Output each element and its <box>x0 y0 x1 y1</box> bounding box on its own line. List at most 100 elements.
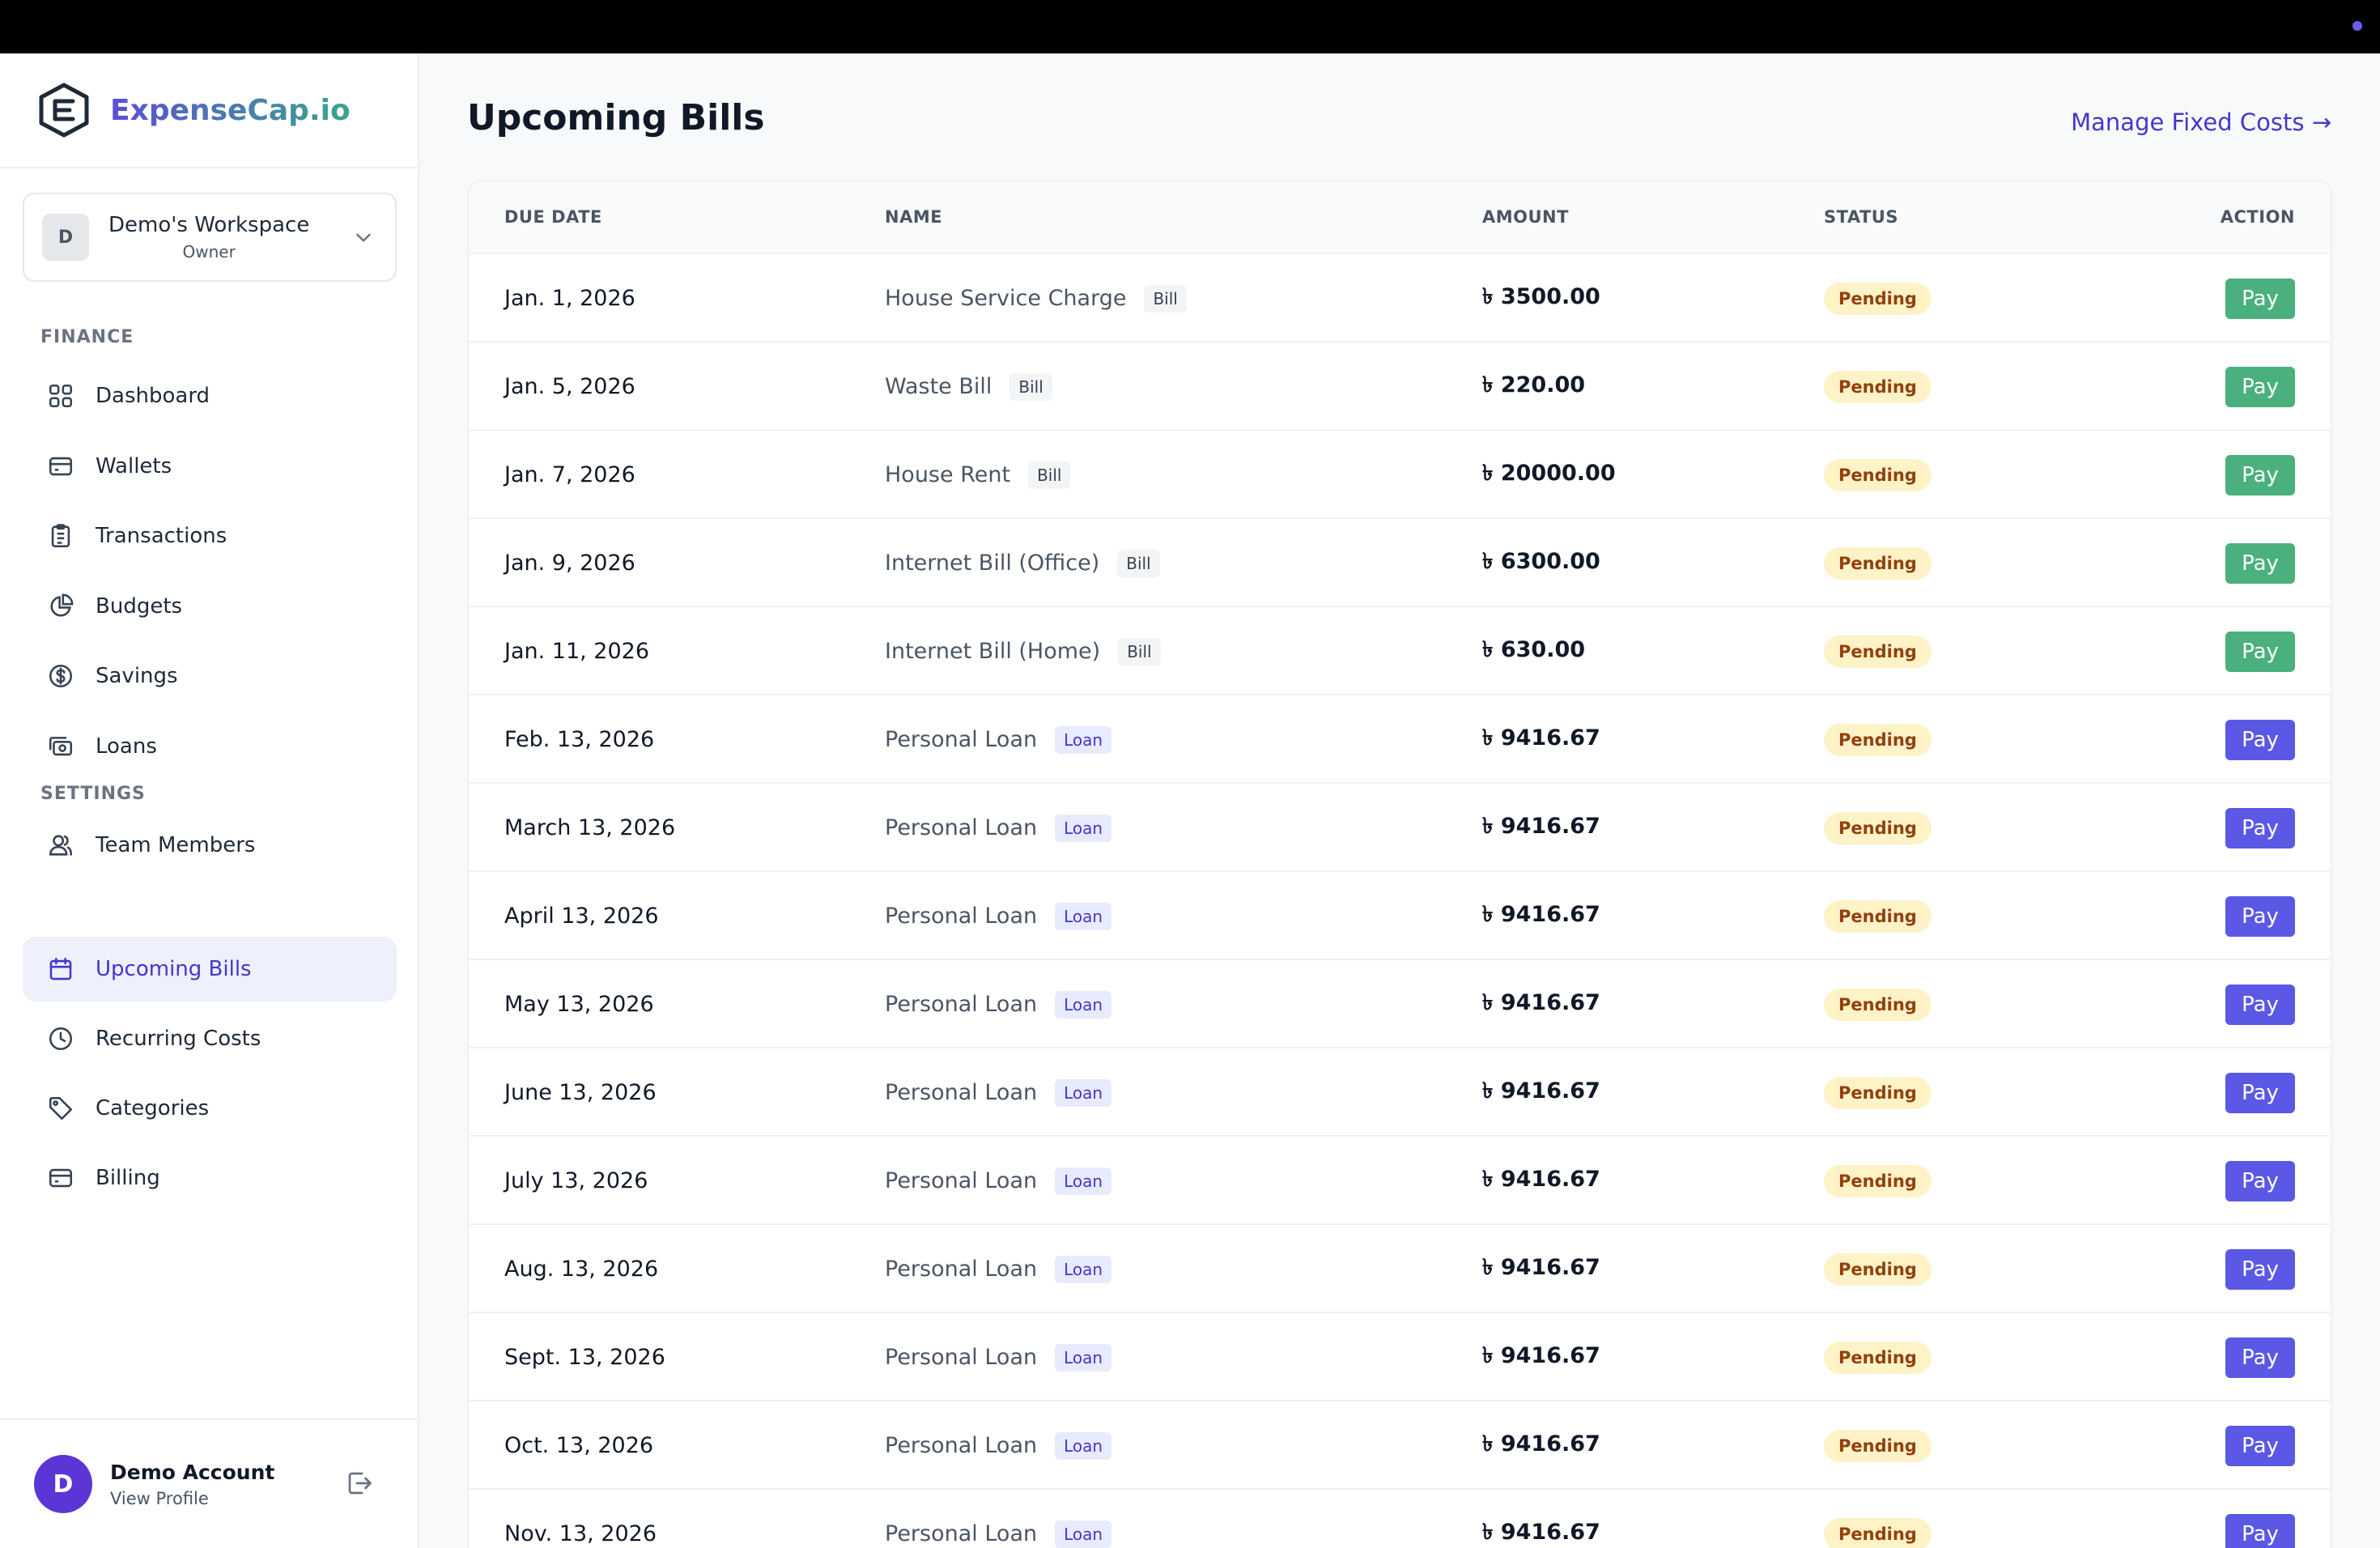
pay-button[interactable]: Pay <box>2225 1513 2295 1548</box>
sidebar-item-dashboard[interactable]: Dashboard <box>23 364 397 428</box>
type-tag: Bill <box>1144 284 1187 313</box>
status-badge: Pending <box>1824 370 1932 403</box>
workspace-role: Owner <box>182 242 236 262</box>
bill-name: House Rent <box>885 462 1011 487</box>
table-row: Jan. 11, 2026 Internet Bill (Home) Bill ৳ 6… <box>469 606 2331 694</box>
sidebar-item-loans[interactable]: Loans <box>23 714 397 779</box>
view-profile-link[interactable]: View Profile <box>110 1489 274 1508</box>
table-row: Sept. 13, 2026 Personal Loan Loan ৳ 9416.67… <box>469 1312 2331 1400</box>
status-badge: Pending <box>1824 899 1932 933</box>
sidebar-item-wallets[interactable]: Wallets <box>23 434 397 499</box>
action-cell: Pay <box>2225 784 2295 872</box>
name-cell: Personal Loan Loan <box>885 960 1112 1048</box>
table-row: Aug. 13, 2026 Personal Loan Loan ৳ 9416.67 P… <box>469 1223 2331 1312</box>
avatar[interactable]: D <box>34 1455 92 1513</box>
logout-icon[interactable] <box>345 1469 374 1498</box>
table-row: May 13, 2026 Personal Loan Loan ৳ 9416.67 Pe… <box>469 959 2331 1047</box>
table-row: Jan. 7, 2026 House Rent Bill ৳ 20000.00 Pend… <box>469 429 2331 517</box>
type-tag: Bill <box>1028 461 1071 489</box>
status-badge: Pending <box>1824 458 1932 491</box>
column-header-due-date: DUE DATE <box>504 207 602 227</box>
sidebar-item-label: Recurring Costs <box>96 1027 261 1051</box>
amount-cell: ৳ 9416.67 <box>1482 902 1600 927</box>
action-cell: Pay <box>2225 1313 2295 1401</box>
amount-cell: ৳ 9416.67 <box>1482 725 1600 751</box>
brand-name: ExpenseCap.io <box>110 93 351 127</box>
sidebar-item-categories[interactable]: Categories <box>23 1076 397 1141</box>
action-cell: Pay <box>2225 1225 2295 1313</box>
pay-button[interactable]: Pay <box>2225 1425 2295 1466</box>
due-date-cell: May 13, 2026 <box>504 992 654 1017</box>
amount-cell: ৳ 9416.67 <box>1482 1520 1600 1545</box>
status-dot <box>2352 21 2362 31</box>
amount-cell: ৳ 9416.67 <box>1482 990 1600 1015</box>
bill-name: Personal Loan <box>885 904 1038 929</box>
status-cell: Pending <box>1824 519 1932 607</box>
sidebar-item-label: Transactions <box>96 524 227 548</box>
status-cell: Pending <box>1824 607 1932 695</box>
status-cell: Pending <box>1824 784 1932 872</box>
action-cell: Pay <box>2225 1048 2295 1137</box>
pay-button[interactable]: Pay <box>2225 542 2295 584</box>
name-cell: Personal Loan Loan <box>885 1225 1112 1313</box>
status-badge: Pending <box>1824 723 1932 756</box>
bill-name: Personal Loan <box>885 727 1038 752</box>
settings-section-label: SETTINGS <box>40 784 146 804</box>
grid-icon <box>49 384 73 408</box>
workspace-avatar: D <box>42 214 89 261</box>
status-badge: Pending <box>1824 1252 1932 1286</box>
amount-cell: ৳ 9416.67 <box>1482 1167 1600 1192</box>
sidebar-item-label: Upcoming Bills <box>96 957 252 981</box>
sidebar-item-budgets[interactable]: Budgets <box>23 574 397 639</box>
due-date-cell: Feb. 13, 2026 <box>504 727 655 752</box>
bills-table: DUE DATE NAME AMOUNT STATUS ACTION Jan. … <box>467 180 2332 1548</box>
pay-button[interactable]: Pay <box>2225 278 2295 319</box>
sidebar-item-team-members[interactable]: Team Members <box>23 813 397 878</box>
pay-button[interactable]: Pay <box>2225 1337 2295 1378</box>
sidebar-item-upcoming-bills[interactable]: Upcoming Bills <box>23 937 397 1002</box>
pay-button[interactable]: Pay <box>2225 1160 2295 1201</box>
tag-icon <box>49 1096 73 1121</box>
column-header-status: STATUS <box>1824 207 1898 227</box>
pay-button[interactable]: Pay <box>2225 454 2295 495</box>
table-header: DUE DATE NAME AMOUNT STATUS ACTION <box>469 181 2331 253</box>
pay-button[interactable]: Pay <box>2225 631 2295 672</box>
due-date-cell: March 13, 2026 <box>504 815 676 840</box>
status-cell: Pending <box>1824 1048 1932 1137</box>
column-header-amount: AMOUNT <box>1482 207 1569 227</box>
type-tag: Loan <box>1055 1255 1112 1283</box>
pay-button[interactable]: Pay <box>2225 366 2295 407</box>
due-date-cell: Aug. 13, 2026 <box>504 1257 659 1282</box>
brand[interactable]: ExpenseCap.io <box>0 53 418 168</box>
table-row: Jan. 5, 2026 Waste Bill Bill ৳ 220.00 Pendin… <box>469 341 2331 429</box>
status-badge: Pending <box>1824 1164 1932 1197</box>
action-cell: Pay <box>2225 519 2295 607</box>
sidebar-item-savings[interactable]: Savings <box>23 644 397 708</box>
finance-section-label: FINANCE <box>40 327 134 347</box>
status-cell: Pending <box>1824 695 1932 784</box>
pay-button[interactable]: Pay <box>2225 1072 2295 1113</box>
type-tag: Loan <box>1055 1167 1112 1195</box>
sidebar-item-recurring-costs[interactable]: Recurring Costs <box>23 1006 397 1071</box>
table-row: Nov. 13, 2026 Personal Loan Loan ৳ 9416.67 P… <box>469 1488 2331 1548</box>
table-row: March 13, 2026 Personal Loan Loan ৳ 9416.67… <box>469 782 2331 870</box>
logo-icon <box>39 83 89 138</box>
amount-cell: ৳ 9416.67 <box>1482 814 1600 839</box>
name-cell: House Service Charge Bill <box>885 254 1187 342</box>
status-cell: Pending <box>1824 960 1932 1048</box>
manage-fixed-costs-link[interactable]: Manage Fixed Costs → <box>2071 108 2331 136</box>
sidebar-item-billing[interactable]: Billing <box>23 1146 397 1210</box>
status-badge: Pending <box>1824 1341 1932 1374</box>
sidebar-item-transactions[interactable]: Transactions <box>23 504 397 568</box>
type-tag: Loan <box>1055 1431 1112 1460</box>
sidebar-item-label: Team Members <box>96 833 256 857</box>
workspace-switcher[interactable]: D Demo's Workspace Owner <box>23 193 397 282</box>
pay-button[interactable]: Pay <box>2225 1248 2295 1290</box>
pay-button[interactable]: Pay <box>2225 807 2295 848</box>
name-cell: Internet Bill (Office) Bill <box>885 519 1160 607</box>
pay-button[interactable]: Pay <box>2225 719 2295 760</box>
name-cell: Personal Loan Loan <box>885 872 1112 960</box>
pay-button[interactable]: Pay <box>2225 984 2295 1025</box>
pay-button[interactable]: Pay <box>2225 895 2295 937</box>
bill-name: Personal Loan <box>885 1521 1038 1546</box>
